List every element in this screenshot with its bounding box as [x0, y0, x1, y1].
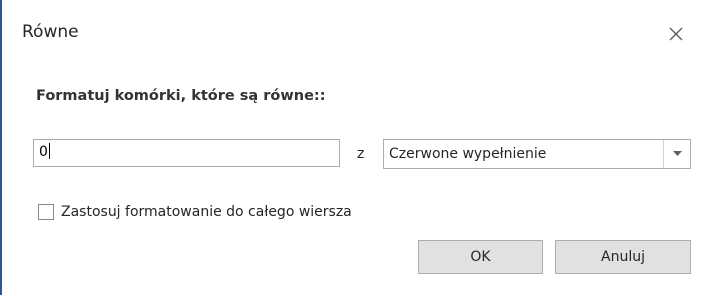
window-accent-border [0, 0, 2, 295]
dialog-title: Równe [22, 22, 79, 42]
cancel-button[interactable]: Anuluj [555, 240, 691, 274]
equal-to-dialog: Równe Formatuj komórki, które są równe::… [0, 0, 705, 295]
format-select-dropdown-button[interactable] [663, 140, 690, 168]
value-input-text: 0 [39, 144, 48, 160]
format-select-value: Czerwone wypełnienie [389, 146, 547, 162]
chevron-down-icon [672, 151, 682, 156]
ok-button[interactable]: OK [418, 240, 543, 274]
format-select[interactable]: Czerwone wypełnienie [383, 139, 691, 169]
close-icon [669, 27, 683, 41]
text-caret [48, 143, 50, 159]
value-input[interactable]: 0 [33, 139, 340, 167]
close-button[interactable] [660, 18, 692, 50]
rule-heading: Formatuj komórki, które są równe:: [36, 88, 326, 104]
apply-row-checkbox[interactable] [38, 204, 54, 220]
apply-row-option[interactable]: Zastosuj formatowanie do całego wiersza [38, 204, 352, 220]
apply-row-label[interactable]: Zastosuj formatowanie do całego wiersza [61, 204, 352, 220]
with-label: z [357, 146, 365, 162]
